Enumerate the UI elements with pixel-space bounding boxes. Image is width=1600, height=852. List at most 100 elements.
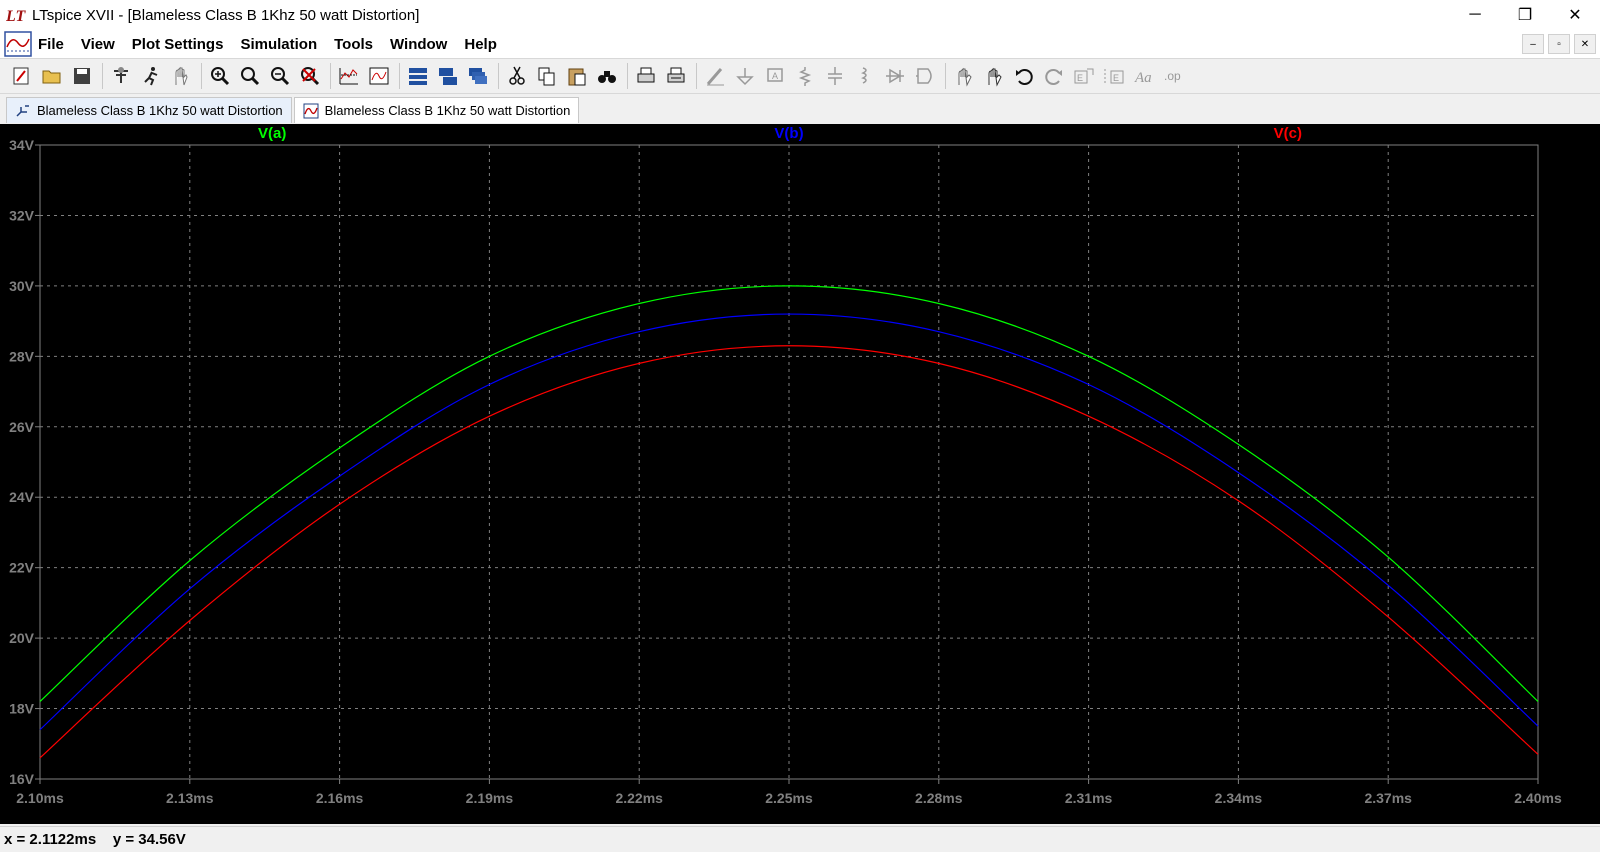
zoom-out-icon xyxy=(271,67,290,86)
copy-button[interactable] xyxy=(533,62,561,90)
toolbar-separator xyxy=(399,63,400,89)
tile-horizontal-icon xyxy=(409,68,427,85)
zoom-area-button[interactable] xyxy=(236,62,264,90)
x-tick-label: 2.16ms xyxy=(316,790,364,806)
legend-va[interactable]: V(a) xyxy=(258,125,286,142)
x-tick-label: 2.31ms xyxy=(1065,790,1113,806)
status-bar: x = 2.1122ms y = 34.56V xyxy=(0,826,1600,852)
waveform-icon xyxy=(303,103,319,118)
halt-button[interactable] xyxy=(167,62,195,90)
print-setup-button[interactable] xyxy=(662,62,690,90)
mirror-button[interactable]: E xyxy=(1100,62,1128,90)
tab-schematic[interactable]: Blameless Class B 1Khz 50 watt Distortio… xyxy=(6,97,292,123)
text-button[interactable]: Aa xyxy=(1130,62,1158,90)
cascade-button[interactable] xyxy=(464,62,492,90)
halt-icon xyxy=(175,66,188,86)
move-icon xyxy=(958,67,972,87)
menu-file[interactable]: File xyxy=(38,36,64,53)
maximize-button[interactable]: ❐ xyxy=(1500,0,1550,30)
save-button[interactable] xyxy=(68,62,96,90)
minimize-button[interactable]: ─ xyxy=(1450,0,1500,30)
mdi-close-button[interactable]: ✕ xyxy=(1574,34,1596,54)
mirror-icon: E xyxy=(1104,69,1124,84)
schematic-icon xyxy=(16,104,29,117)
run-button[interactable] xyxy=(137,62,165,90)
menu-help[interactable]: Help xyxy=(464,36,497,53)
toolbar-separator xyxy=(102,63,103,89)
menu-simulation[interactable]: Simulation xyxy=(240,36,317,53)
waveform-plot[interactable]: 16V 18V 20V 22V 24V 26V 28V 30V 32V 34V 2.10ms 2.13… xyxy=(0,124,1600,824)
tile-horizontal-button[interactable] xyxy=(404,62,432,90)
diode-button[interactable] xyxy=(881,62,909,90)
print-button[interactable] xyxy=(632,62,660,90)
x-tick-label: 2.34ms xyxy=(1215,790,1263,806)
svg-text:A: A xyxy=(772,71,778,81)
waveform-window-icon[interactable] xyxy=(4,31,32,57)
inductor-icon xyxy=(861,67,867,84)
draw-wire-icon xyxy=(706,68,724,86)
window-title: LTspice XVII - [Blameless Class B 1Khz 5… xyxy=(32,6,420,24)
spice-directive-button[interactable]: .op xyxy=(1160,62,1188,90)
close-button[interactable]: ✕ xyxy=(1550,0,1600,30)
menu-window[interactable]: Window xyxy=(390,36,447,53)
tile-vertical-button[interactable] xyxy=(434,62,462,90)
control-panel-button[interactable] xyxy=(107,62,135,90)
tab-schematic-label: Blameless Class B 1Khz 50 watt Distortio… xyxy=(37,103,283,118)
x-tick-label: 2.25ms xyxy=(765,790,813,806)
menu-view[interactable]: View xyxy=(81,36,115,53)
cascade-icon xyxy=(469,68,487,84)
find-button[interactable] xyxy=(593,62,621,90)
tab-waveform[interactable]: Blameless Class B 1Khz 50 watt Distortio… xyxy=(293,97,580,123)
zoom-area-icon xyxy=(241,67,260,86)
open-button[interactable] xyxy=(38,62,66,90)
paste-icon xyxy=(568,68,586,86)
paste-button[interactable] xyxy=(563,62,591,90)
undo-icon xyxy=(1016,69,1033,85)
x-tick-label: 2.22ms xyxy=(615,790,663,806)
spice-directive-icon: .op xyxy=(1164,69,1181,83)
x-tick-label: 2.37ms xyxy=(1364,790,1412,806)
zoom-cancel-button[interactable] xyxy=(296,62,324,90)
label-net-button[interactable]: A xyxy=(761,62,789,90)
mdi-minimize-button[interactable]: – xyxy=(1522,34,1544,54)
svg-text:.op: .op xyxy=(1164,69,1181,83)
new-schematic-button[interactable] xyxy=(8,62,36,90)
undo-button[interactable] xyxy=(1010,62,1038,90)
menu-bar: File View Plot Settings Simulation Tools… xyxy=(0,30,1600,58)
legend-vc[interactable]: V(c) xyxy=(1274,125,1302,142)
toolbar-separator xyxy=(201,63,202,89)
zoom-out-button[interactable] xyxy=(266,62,294,90)
autorange-button[interactable] xyxy=(335,62,363,90)
text-icon: Aa xyxy=(1134,70,1152,86)
rotate-button[interactable]: E xyxy=(1070,62,1098,90)
zoom-in-icon xyxy=(211,67,230,86)
y-tick-label: 32V xyxy=(9,207,35,223)
menu-plot-settings[interactable]: Plot Settings xyxy=(132,36,224,53)
waveform-button[interactable] xyxy=(365,62,393,90)
redo-button[interactable] xyxy=(1040,62,1068,90)
y-tick-label: 16V xyxy=(9,771,35,787)
cut-icon xyxy=(509,66,525,85)
open-icon xyxy=(42,70,61,84)
legend-vb[interactable]: V(b) xyxy=(774,125,803,142)
inductor-button[interactable] xyxy=(851,62,879,90)
zoom-in-button[interactable] xyxy=(206,62,234,90)
tab-waveform-label: Blameless Class B 1Khz 50 watt Distortio… xyxy=(324,103,571,118)
ground-button[interactable] xyxy=(731,62,759,90)
toolbar-separator xyxy=(696,63,697,89)
component-button[interactable] xyxy=(911,62,939,90)
mdi-restore-button[interactable]: ▫ xyxy=(1548,34,1570,54)
cut-button[interactable] xyxy=(503,62,531,90)
resistor-icon xyxy=(798,67,812,86)
capacitor-button[interactable] xyxy=(821,62,849,90)
draw-wire-button[interactable] xyxy=(701,62,729,90)
find-icon xyxy=(598,71,616,83)
plot-pane[interactable]: 16V 18V 20V 22V 24V 26V 28V 30V 32V 34V 2.10ms 2.13… xyxy=(0,124,1600,824)
tile-vertical-icon xyxy=(439,68,457,85)
move-button[interactable] xyxy=(950,62,978,90)
toolbar-separator xyxy=(945,63,946,89)
resistor-button[interactable] xyxy=(791,62,819,90)
menu-tools[interactable]: Tools xyxy=(334,36,373,53)
drag-button[interactable] xyxy=(980,62,1008,90)
toolbar-separator xyxy=(498,63,499,89)
